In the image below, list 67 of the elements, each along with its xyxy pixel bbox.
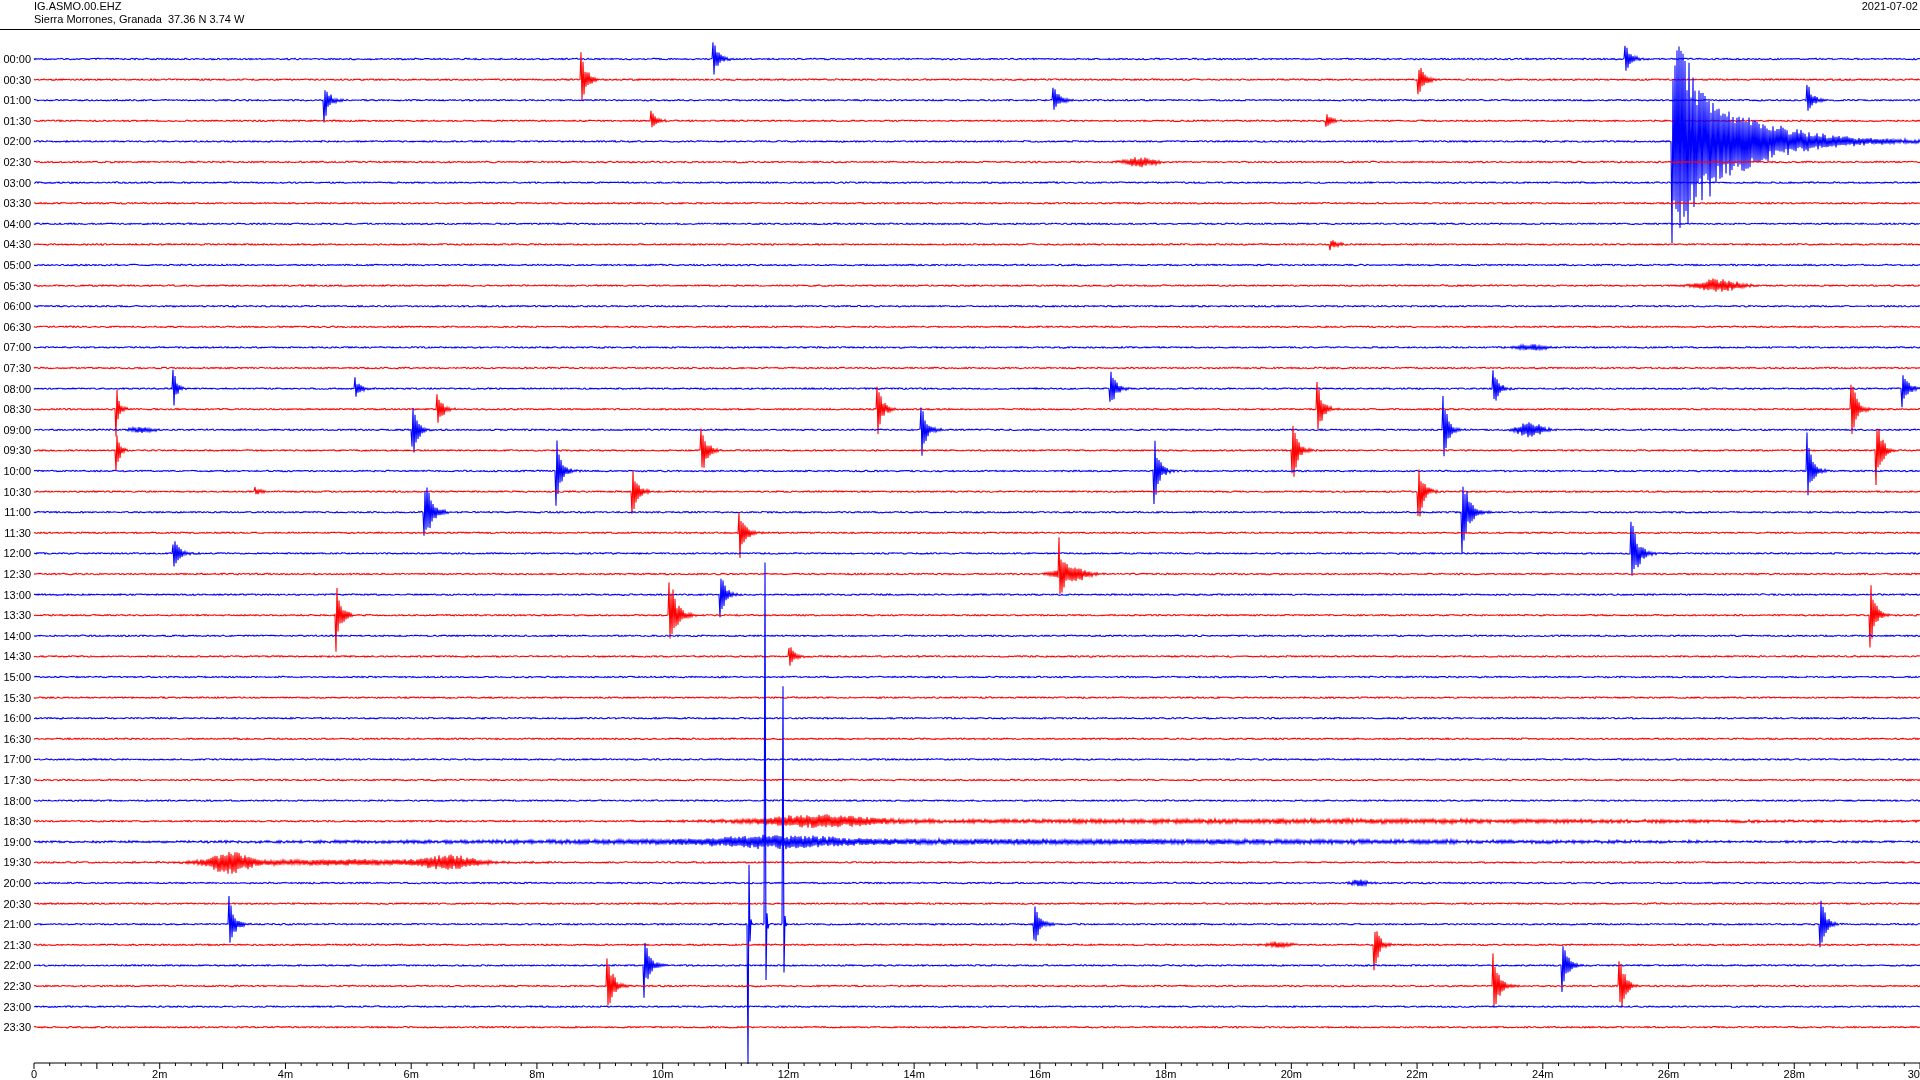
row-time-label: 00:30 — [3, 73, 31, 86]
axis-tick-label: 6m — [403, 1068, 419, 1079]
axis-tick-label: 14m — [903, 1068, 925, 1079]
station-code: IG.ASMO.00.EHZ — [34, 0, 123, 13]
row-time-label: 10:00 — [3, 465, 31, 477]
row-time-label: 13:30 — [3, 609, 31, 622]
row-time-label: 23:30 — [3, 1021, 31, 1034]
row-time-label: 22:30 — [3, 980, 31, 992]
row-time-label: 14:00 — [3, 629, 31, 642]
row-time-label: 01:30 — [3, 114, 31, 127]
row-time-label: 09:00 — [3, 423, 31, 436]
row-time-label: 12:30 — [3, 568, 31, 580]
row-time-label: 03:30 — [3, 197, 31, 210]
row-time-label: 08:30 — [3, 403, 31, 416]
axis-tick-label: 2m — [152, 1068, 168, 1079]
row-time-label: 19:30 — [3, 856, 31, 869]
axis-tick-label: 22m — [1406, 1068, 1428, 1079]
row-time-label: 15:30 — [3, 691, 31, 704]
row-time-label: 07:30 — [3, 362, 31, 374]
row-time-label: 23:00 — [3, 1000, 31, 1013]
row-time-label: 18:00 — [3, 794, 31, 807]
row-time-label: 11:00 — [4, 506, 31, 519]
axis-tick-label: 24m — [1532, 1068, 1554, 1079]
axis-tick-label: 12m — [777, 1068, 800, 1079]
row-time-label: 02:00 — [3, 135, 31, 148]
axis-tick-label: 30 — [1907, 1068, 1920, 1079]
row-time-label: 00:00 — [3, 53, 31, 65]
row-time-label: 16:00 — [3, 712, 31, 725]
row-time-label: 06:30 — [3, 320, 31, 333]
row-time-label: 21:30 — [3, 938, 31, 951]
row-time-label: 17:00 — [3, 753, 31, 766]
row-time-label: 10:30 — [3, 485, 31, 498]
station-location: Sierra Morrones, Granada 37.36 N 3.74 W — [34, 13, 245, 26]
row-time-label: 14:30 — [3, 650, 31, 663]
axis-tick-label: 26m — [1657, 1068, 1680, 1079]
row-time-label: 11:30 — [4, 526, 31, 539]
row-time-label: 20:30 — [3, 897, 31, 910]
row-time-label: 07:00 — [3, 341, 31, 354]
row-time-label: 09:30 — [3, 444, 31, 457]
row-time-label: 02:30 — [3, 156, 31, 168]
row-time-label: 04:30 — [3, 238, 31, 251]
axis-tick-label: 16m — [1029, 1068, 1051, 1079]
axis-tick-label: 0 — [30, 1068, 38, 1079]
plot-date: 2021-07-02 — [1861, 0, 1918, 13]
axis-tick-label: 18m — [1154, 1068, 1177, 1079]
axis-tick-label: 8m — [529, 1068, 545, 1079]
row-time-label: 01:00 — [3, 94, 31, 107]
row-time-label: 18:30 — [3, 815, 31, 828]
axis-tick-label: 28m — [1783, 1068, 1805, 1079]
axis-tick-label: 10m — [651, 1068, 674, 1079]
row-time-label: 17:30 — [3, 774, 31, 786]
row-time-label: 06:00 — [3, 300, 31, 313]
row-time-label: 16:30 — [3, 732, 31, 745]
row-time-label: 15:00 — [3, 671, 31, 683]
row-time-label: 12:00 — [3, 547, 31, 560]
row-time-label: 04:00 — [3, 217, 31, 230]
row-time-label: 13:00 — [3, 588, 31, 601]
row-time-label: 22:00 — [3, 959, 31, 972]
axis-tick-label: 20m — [1280, 1068, 1303, 1079]
row-time-label: 20:00 — [3, 877, 31, 889]
row-time-label: 21:00 — [3, 918, 31, 931]
row-time-label: 05:00 — [3, 259, 31, 271]
axis-tick-label: 4m — [277, 1068, 294, 1079]
row-time-label: 05:30 — [3, 279, 31, 292]
row-time-label: 03:00 — [3, 176, 31, 189]
row-time-label: 19:00 — [3, 835, 31, 848]
row-time-label: 08:00 — [3, 382, 31, 395]
